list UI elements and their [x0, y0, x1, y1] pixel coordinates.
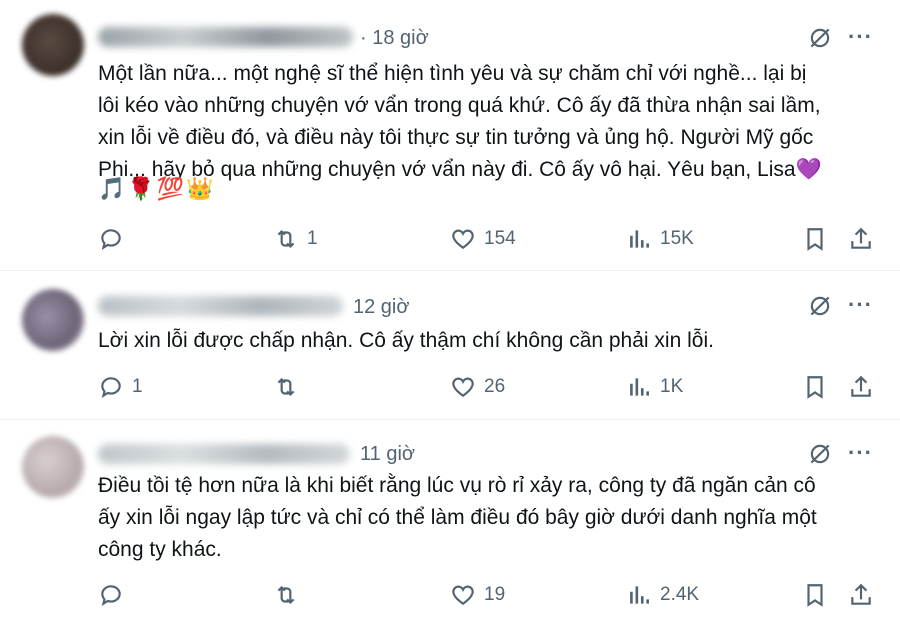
like-icon	[452, 229, 474, 249]
repost-icon	[277, 378, 295, 396]
timestamp[interactable]: 11 giờ	[360, 443, 415, 466]
more-options-icon[interactable]: ···	[848, 440, 873, 466]
reply-button[interactable]	[98, 226, 132, 252]
views-icon	[630, 378, 649, 396]
grok-icon[interactable]	[807, 441, 833, 467]
grok-icon[interactable]	[807, 25, 833, 51]
like-icon	[452, 585, 474, 605]
avatar[interactable]	[22, 14, 84, 76]
view-count: 2.4K	[660, 584, 700, 605]
bookmark-icon[interactable]	[802, 374, 828, 400]
reply-icon	[101, 229, 121, 251]
like-count: 19	[484, 584, 506, 605]
tweet-2[interactable]: 12 giờ ··· Lời xin lỗi được chấp nhận. C…	[0, 271, 900, 418]
username-blurred[interactable]	[98, 27, 353, 47]
views-button[interactable]: 15K	[626, 226, 694, 252]
tweet-1[interactable]: · 18 giờ ··· Một lần nữa... một nghệ sĩ …	[0, 0, 900, 270]
share-icon[interactable]	[848, 582, 874, 608]
reply-icon	[101, 585, 121, 607]
reply-icon	[101, 377, 121, 399]
repost-button[interactable]	[273, 374, 307, 400]
bookmark-icon[interactable]	[802, 582, 828, 608]
tweet-3[interactable]: 11 giờ ··· Điều tồi tệ hơn nữa là khi bi…	[0, 420, 900, 628]
reply-button[interactable]: 1	[98, 374, 143, 400]
timestamp[interactable]: · 18 giờ	[360, 27, 429, 50]
repost-icon	[277, 586, 295, 604]
repost-icon	[277, 230, 295, 248]
like-button[interactable]: 154	[450, 226, 516, 252]
timestamp[interactable]: 12 giờ	[353, 296, 409, 319]
username-blurred[interactable]	[98, 296, 343, 316]
like-count: 154	[484, 228, 516, 249]
more-options-icon[interactable]: ···	[848, 292, 873, 318]
avatar[interactable]	[22, 436, 84, 498]
like-button[interactable]: 26	[450, 374, 505, 400]
reply-button[interactable]	[98, 582, 132, 608]
tweet-text: Lời xin lỗi được chấp nhận. Cô ấy thậm c…	[98, 329, 714, 352]
share-icon[interactable]	[848, 226, 874, 252]
tweet-emojis: 🎵🌹💯👑	[98, 176, 216, 201]
views-icon	[630, 230, 649, 248]
like-icon	[452, 377, 474, 397]
share-icon[interactable]	[848, 374, 874, 400]
tweet-text: Một lần nữa... một nghệ sĩ thể hiện tình…	[98, 62, 822, 181]
view-count: 15K	[660, 228, 694, 249]
grok-icon[interactable]	[807, 293, 833, 319]
like-count: 26	[484, 376, 506, 397]
repost-count: 1	[307, 228, 318, 249]
views-icon	[630, 586, 649, 604]
bookmark-icon[interactable]	[802, 226, 828, 252]
more-options-icon[interactable]: ···	[848, 24, 873, 50]
reply-count: 1	[132, 376, 143, 397]
like-button[interactable]: 19	[450, 582, 505, 608]
views-button[interactable]: 1K	[626, 374, 683, 400]
repost-button[interactable]: 1	[273, 226, 318, 252]
repost-button[interactable]	[273, 582, 307, 608]
username-blurred[interactable]	[98, 444, 350, 464]
tweet-text: Điều tồi tệ hơn nữa là khi biết rằng lúc…	[98, 474, 817, 561]
avatar[interactable]	[22, 289, 84, 351]
views-button[interactable]: 2.4K	[626, 582, 699, 608]
view-count: 1K	[660, 376, 684, 397]
